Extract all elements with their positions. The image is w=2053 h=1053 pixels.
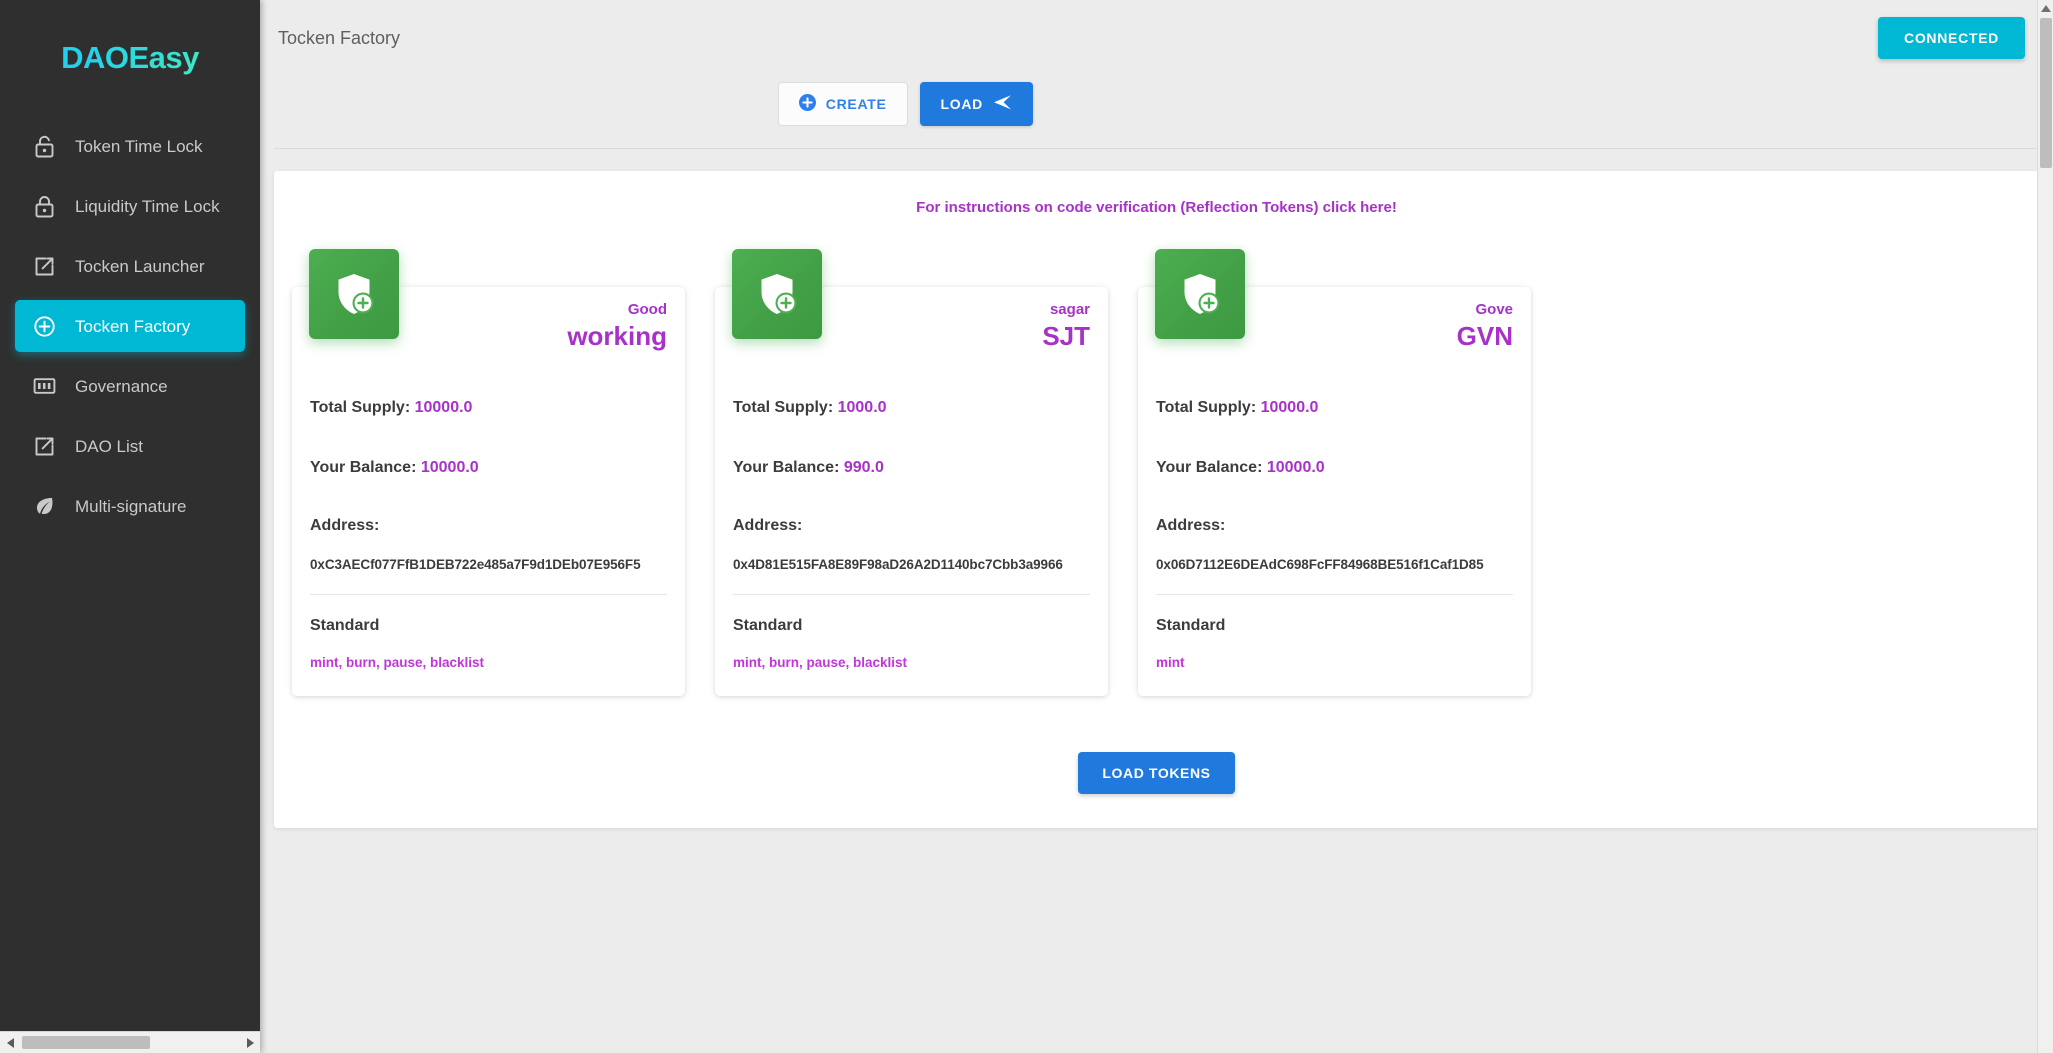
top-bar: Tocken Factory CONNECTED bbox=[260, 0, 2053, 76]
sidebar-item-label: Multi-signature bbox=[75, 496, 187, 516]
your-balance-row: Your Balance: 10000.0 bbox=[310, 459, 667, 477]
calculator-icon bbox=[29, 371, 59, 401]
card-divider bbox=[733, 594, 1090, 595]
your-balance-label: Your Balance: bbox=[733, 459, 840, 476]
total-supply-value: 10000.0 bbox=[1260, 399, 1319, 416]
divider bbox=[274, 148, 2039, 149]
sidebar-item-governance[interactable]: Governance bbox=[15, 360, 245, 412]
load-button-label: LOAD bbox=[940, 96, 983, 112]
leaf-icon bbox=[29, 491, 59, 521]
sidebar-item-label: Liquidity Time Lock bbox=[75, 196, 220, 216]
standard-label: Standard bbox=[733, 617, 803, 634]
wallet-connected-button[interactable]: CONNECTED bbox=[1878, 17, 2025, 59]
standard-label: Standard bbox=[310, 617, 380, 634]
sidebar-scroll-thumb[interactable] bbox=[22, 1036, 150, 1049]
standard-features: mint bbox=[1156, 655, 1185, 670]
sidebar: DAOEasy Token Time Lock Liquidity Time L… bbox=[0, 0, 260, 1053]
main-content: Tocken Factory CONNECTED CREATE LOAD For… bbox=[260, 0, 2053, 1053]
address-label: Address: bbox=[733, 517, 803, 534]
scroll-left-arrow-icon[interactable] bbox=[0, 1032, 20, 1053]
scroll-up-arrow-icon[interactable] bbox=[2038, 0, 2053, 17]
page-title: Tocken Factory bbox=[278, 27, 401, 48]
page-vertical-scrollbar[interactable] bbox=[2037, 0, 2053, 1053]
app-logo: DAOEasy bbox=[0, 40, 260, 76]
sidebar-item-label: Governance bbox=[75, 376, 168, 396]
total-supply-label: Total Supply: bbox=[733, 399, 834, 416]
total-supply-row: Total Supply: 1000.0 bbox=[733, 399, 1090, 417]
sidebar-item-liquidity-time-lock[interactable]: Liquidity Time Lock bbox=[15, 180, 245, 232]
token-card[interactable]: Gove GVN Total Supply: 10000.0 Your Bala… bbox=[1138, 249, 1531, 696]
sidebar-item-token-time-lock[interactable]: Token Time Lock bbox=[15, 120, 245, 172]
scroll-right-arrow-icon[interactable] bbox=[240, 1032, 260, 1053]
sidebar-item-tocken-factory[interactable]: Tocken Factory bbox=[15, 300, 245, 352]
total-supply-row: Total Supply: 10000.0 bbox=[1156, 399, 1513, 417]
lock-icon bbox=[29, 191, 59, 221]
create-button[interactable]: CREATE bbox=[777, 82, 908, 126]
sidebar-item-label: Tocken Launcher bbox=[75, 256, 205, 276]
sidebar-item-multi-signature[interactable]: Multi-signature bbox=[15, 480, 245, 532]
send-icon bbox=[993, 94, 1012, 114]
sidebar-item-tocken-launcher[interactable]: Tocken Launcher bbox=[15, 240, 245, 292]
your-balance-row: Your Balance: 10000.0 bbox=[1156, 459, 1513, 477]
token-address[interactable]: 0x4D81E515FA8E89F98aD26A2D1140bc7Cbb3a99… bbox=[733, 557, 1090, 572]
sidebar-item-label: Tocken Factory bbox=[75, 316, 191, 336]
address-label: Address: bbox=[310, 517, 380, 534]
standard-features: mint, burn, pause, blacklist bbox=[310, 655, 485, 670]
token-address[interactable]: 0xC3AECf077FfB1DEB722e485a7F9d1DEb07E956… bbox=[310, 557, 667, 572]
external-link-icon bbox=[29, 251, 59, 281]
create-button-label: CREATE bbox=[825, 96, 887, 112]
total-supply-value: 1000.0 bbox=[837, 399, 887, 416]
token-address[interactable]: 0x06D7112E6DEAdC698FcFF84968BE516f1Caf1D… bbox=[1156, 557, 1513, 572]
page-scroll-thumb[interactable] bbox=[2039, 18, 2052, 168]
total-supply-row: Total Supply: 10000.0 bbox=[310, 399, 667, 417]
sidebar-horizontal-scrollbar[interactable] bbox=[0, 1031, 260, 1053]
external-link-icon bbox=[29, 431, 59, 461]
your-balance-value: 10000.0 bbox=[420, 459, 479, 476]
total-supply-value: 10000.0 bbox=[414, 399, 473, 416]
sidebar-item-dao-list[interactable]: DAO List bbox=[15, 420, 245, 472]
standard-features: mint, burn, pause, blacklist bbox=[733, 655, 908, 670]
card-divider bbox=[1156, 594, 1513, 595]
total-supply-label: Total Supply: bbox=[1156, 399, 1257, 416]
plus-circle-icon bbox=[798, 94, 816, 114]
plus-circle-icon bbox=[29, 311, 59, 341]
your-balance-value: 990.0 bbox=[843, 459, 884, 476]
your-balance-label: Your Balance: bbox=[1156, 459, 1263, 476]
verification-instructions-link[interactable]: For instructions on code verification (R… bbox=[274, 171, 2039, 242]
unlock-icon bbox=[29, 131, 59, 161]
tokens-panel: For instructions on code verification (R… bbox=[274, 171, 2039, 828]
card-divider bbox=[310, 594, 667, 595]
your-balance-value: 10000.0 bbox=[1266, 459, 1325, 476]
load-button[interactable]: LOAD bbox=[919, 82, 1033, 126]
token-card-list: Good working Total Supply: 10000.0 Your … bbox=[274, 242, 2039, 696]
shield-plus-icon bbox=[732, 249, 822, 339]
load-tokens-button[interactable]: LOAD TOKENS bbox=[1078, 752, 1235, 794]
standard-label: Standard bbox=[1156, 617, 1226, 634]
address-label: Address: bbox=[1156, 517, 1226, 534]
your-balance-row: Your Balance: 990.0 bbox=[733, 459, 1090, 477]
sidebar-item-label: Token Time Lock bbox=[75, 136, 203, 156]
toolbar-actions: CREATE LOAD bbox=[260, 82, 2053, 126]
sidebar-nav: Token Time Lock Liquidity Time Lock Tock… bbox=[0, 120, 260, 540]
your-balance-label: Your Balance: bbox=[310, 459, 417, 476]
token-card[interactable]: sagar SJT Total Supply: 1000.0 Your Bala… bbox=[715, 249, 1108, 696]
shield-plus-icon bbox=[309, 249, 399, 339]
panel-footer: LOAD TOKENS bbox=[274, 752, 2039, 794]
shield-plus-icon bbox=[1155, 249, 1245, 339]
sidebar-item-label: DAO List bbox=[75, 436, 144, 456]
total-supply-label: Total Supply: bbox=[310, 399, 411, 416]
token-card[interactable]: Good working Total Supply: 10000.0 Your … bbox=[292, 249, 685, 696]
